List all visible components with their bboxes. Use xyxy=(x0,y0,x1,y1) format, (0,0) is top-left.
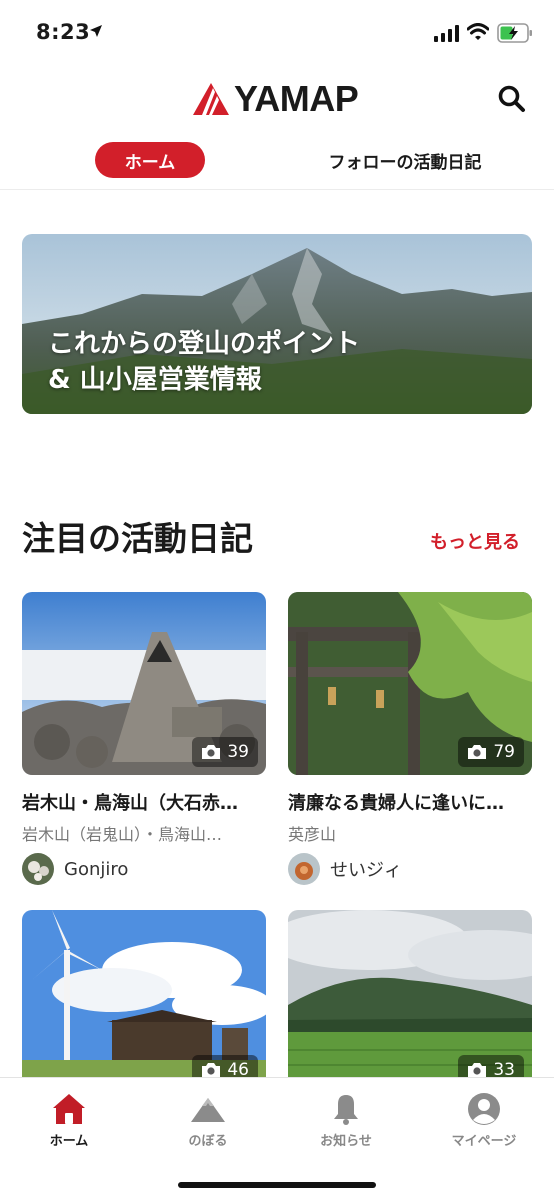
home-icon xyxy=(53,1094,85,1124)
activity-card[interactable]: 46 xyxy=(22,910,266,1093)
camera-icon xyxy=(202,745,221,759)
activity-card[interactable]: 79 清廉なる貴婦人に逢いに… 英彦山 せいジィ xyxy=(288,592,532,885)
home-indicator xyxy=(178,1182,376,1188)
card-thumbnail: 79 xyxy=(288,592,532,775)
card-mountain: 岩木山（岩鬼山）・鳥海山… xyxy=(22,825,223,844)
author-name: せいジィ xyxy=(330,860,402,881)
see-more-link[interactable]: もっと見る xyxy=(430,528,520,554)
bell-icon xyxy=(334,1095,358,1125)
card-author[interactable]: せいジィ xyxy=(288,853,532,885)
mountain-icon xyxy=(191,1098,225,1122)
cellular-signal-icon xyxy=(434,25,459,42)
wifi-icon xyxy=(467,23,489,40)
tabbar-item-notifications[interactable]: お知らせ xyxy=(286,1092,406,1149)
person-icon xyxy=(468,1093,500,1125)
avatar xyxy=(288,853,320,885)
tab-home[interactable]: ホーム xyxy=(95,142,205,178)
card-thumbnail: 33 xyxy=(288,910,532,1093)
author-name: Gonjiro xyxy=(64,858,129,880)
tabbar-item-mypage[interactable]: マイページ xyxy=(424,1092,544,1149)
battery-charging-icon xyxy=(497,23,532,43)
location-arrow-icon xyxy=(90,25,102,37)
camera-icon xyxy=(202,1063,221,1077)
tabbar-label-notifications: お知らせ xyxy=(320,1134,372,1149)
camera-icon xyxy=(468,1063,487,1077)
avatar xyxy=(22,853,54,885)
section-title: 注目の活動日記 xyxy=(22,519,253,558)
hero-banner[interactable]: これからの登山のポイント & 山小屋営業情報 xyxy=(22,234,532,414)
camera-icon xyxy=(468,745,487,759)
hero-caption: これからの登山のポイント & 山小屋営業情報 xyxy=(48,326,360,398)
card-title: 清廉なる貴婦人に逢いに… xyxy=(288,793,504,814)
tabbar-label-home: ホーム xyxy=(49,1134,89,1149)
activity-card[interactable]: 33 xyxy=(288,910,532,1093)
card-author[interactable]: Gonjiro xyxy=(22,853,266,885)
hero-caption-line1: これからの登山のポイント xyxy=(48,329,361,359)
tab-following-diaries[interactable]: フォローの活動日記 xyxy=(300,142,510,178)
logo-text: YAMAP xyxy=(234,78,359,119)
photo-count-badge: 39 xyxy=(192,737,258,767)
tabbar-label-mypage: マイページ xyxy=(451,1134,517,1149)
tabbar-label-climb: のぼる xyxy=(188,1134,228,1149)
tabbar-item-home[interactable]: ホーム xyxy=(9,1092,129,1149)
tabbar-item-climb[interactable]: のぼる xyxy=(148,1092,268,1149)
activity-card[interactable]: 39 岩木山・鳥海山（大石赤… 岩木山（岩鬼山）・鳥海山… Gonjiro xyxy=(22,592,266,885)
logo-mountain-icon xyxy=(193,83,229,115)
photo-count: 39 xyxy=(227,742,249,762)
card-thumbnail: 39 xyxy=(22,592,266,775)
photo-count-badge: 79 xyxy=(458,737,524,767)
status-time: 8:23 xyxy=(36,20,91,44)
photo-count: 79 xyxy=(493,742,515,762)
yamap-logo: YAMAP xyxy=(192,78,359,119)
search-icon[interactable] xyxy=(496,83,528,115)
card-title: 岩木山・鳥海山（大石赤… xyxy=(22,793,238,814)
hero-caption-line2: & 山小屋営業情報 xyxy=(48,365,262,395)
card-mountain: 英彦山 xyxy=(288,825,337,844)
status-bar: 8:23 xyxy=(0,0,554,66)
app-header: YAMAP ホーム フォローの活動日記 xyxy=(0,66,554,190)
card-thumbnail: 46 xyxy=(22,910,266,1093)
